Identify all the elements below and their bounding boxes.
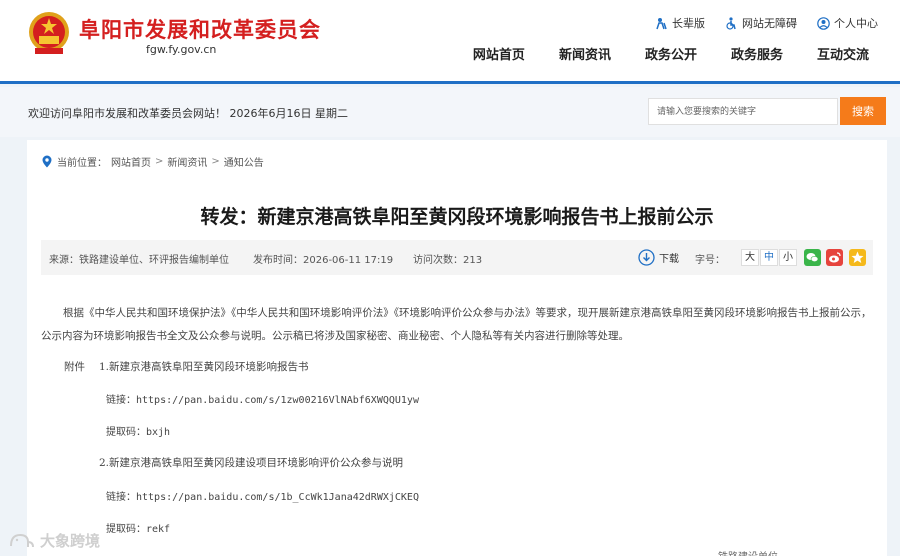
breadcrumb-news[interactable]: 新闻资讯 [167,154,207,169]
attachment-link-2[interactable]: 链接：https://pan.baidu.com/s/1b_CcWk1Jana4… [106,488,419,503]
nav-home[interactable]: 网站首页 [456,44,542,63]
article-paragraph: 根据《中华人民共和国环境保护法》《中华人民共和国环境影响评价法》《环境影响评价公… [41,307,872,342]
article-meta-bar: 来源：铁路建设单位、环评报告编制单位 发布时间：2026-06-11 17:19… [41,240,873,275]
article-card: 当前位置： 网站首页 > 新闻资讯 > 通知公告 转发：新建京港高铁阜阳至黄冈段… [27,140,887,556]
nav-interaction[interactable]: 互动交流 [800,44,886,63]
share-weibo-button[interactable] [826,249,843,266]
personal-center-link[interactable]: 个人中心 [817,15,878,31]
article-title: 转发：新建京港高铁阜阳至黄冈段环境影响报告书上报前公示 [200,206,714,228]
footer-signature-partial: 铁路建设单位 [718,548,778,556]
attachment-title-2: 2.新建京港高铁阜阳至黄冈段建设项目环境影响评价公众参与说明 [99,457,404,469]
personal-center-label: 个人中心 [834,17,878,30]
attachment-code-2: 提取码：rekf [106,524,171,535]
elder-mode-label: 长辈版 [672,17,705,30]
wechat-icon [806,253,819,263]
breadcrumb-separator: > [155,156,164,167]
qzone-icon [851,251,864,263]
elder-mode-link[interactable]: 长辈版 [655,15,705,31]
site-title[interactable]: 阜阳市发展和改革委员会 [79,14,321,44]
attachment-link-1[interactable]: 链接：https://pan.baidu.com/s/1zw00216VlNAb… [106,391,419,406]
attachment-title-1: 1.新建京港高铁阜阳至黄冈段环境影响报告书 [99,361,309,373]
elephant-logo-icon [10,533,34,547]
accessibility-label: 网站无障碍 [742,17,797,30]
welcome-text: 欢迎访问阜阳市发展和改革委员会网站！ 2026年6月16日 星期二 [28,107,348,120]
search-button[interactable]: 搜索 [840,97,886,125]
watermark-text: 大象跨境 [40,532,101,550]
font-size-small-button[interactable]: 小 [779,249,797,266]
article-date: 发布时间：2026-06-11 17:19 [253,255,394,266]
breadcrumb-notices[interactable]: 通知公告 [224,154,264,169]
nav-news[interactable]: 新闻资讯 [542,44,628,63]
breadcrumb-label: 当前位置： [57,158,107,169]
national-emblem-icon [29,12,69,54]
font-size-medium-button[interactable]: 中 [760,249,778,266]
site-domain: fgw.fy.gov.cn [146,43,217,56]
site-header: 阜阳市发展和改革委员会 fgw.fy.gov.cn 长辈版 网站无障碍 个人中心… [0,0,900,84]
article-source: 来源：铁路建设单位、环评报告编制单位 [49,255,229,266]
top-links: 长辈版 网站无障碍 个人中心 [655,15,878,31]
download-button[interactable]: 下载 [638,249,679,266]
main-nav: 网站首页 新闻资讯 政务公开 政务服务 互动交流 [456,44,886,63]
share-wechat-button[interactable] [804,249,821,266]
elder-icon [656,17,667,29]
accessibility-icon [726,16,736,30]
font-size-label: 字号： [695,255,725,266]
share-qzone-button[interactable] [849,249,866,266]
attachment-code-1: 提取码：bxjh [106,427,171,438]
location-pin-icon [42,155,52,168]
attachment-label: 附件 [64,361,85,373]
download-label: 下载 [659,254,679,265]
breadcrumb-home[interactable]: 网站首页 [111,154,151,169]
user-icon [817,16,830,30]
download-icon [638,249,655,266]
article-views: 访问次数：213 [413,255,483,266]
nav-government-affairs[interactable]: 政务公开 [628,44,714,63]
watermark: 大象跨境 [8,530,100,551]
weibo-icon [829,252,841,263]
search-input[interactable] [648,98,838,125]
breadcrumb: 当前位置： 网站首页 > 新闻资讯 > 通知公告 [41,154,264,169]
accessibility-link[interactable]: 网站无障碍 [725,15,797,31]
font-size-large-button[interactable]: 大 [741,249,759,266]
search-bar: 欢迎访问阜阳市发展和改革委员会网站！ 2026年6月16日 星期二 [0,87,900,137]
breadcrumb-separator: > [211,156,220,167]
nav-government-services[interactable]: 政务服务 [714,44,800,63]
